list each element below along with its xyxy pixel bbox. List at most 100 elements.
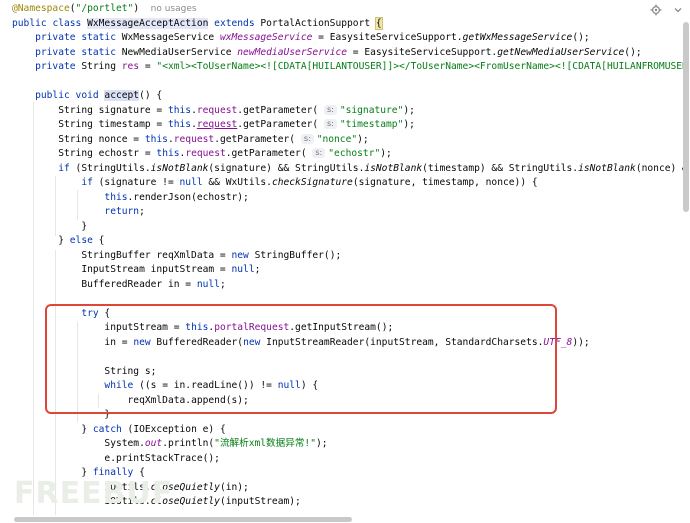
static-method: getNewMediaUserService [497,46,625,58]
code-token: .getParameter( [214,133,301,145]
keyword: new [231,249,249,261]
code-token: (signature != [98,177,180,188]
string-literal: "timestamp" [339,119,404,130]
string-literal: "nonce" [316,133,358,145]
parent-class[interactable]: PortalActionSupport [260,18,376,29]
string-literal: "echostr" [328,148,381,159]
code-line: public void accept() { [12,89,162,104]
keyword: catch [92,423,122,435]
keyword: if [81,177,99,188]
code-token: StringBuffer(); [248,249,342,261]
code-token: = EasysiteServiceSupport. [312,32,463,43]
code-token: e.printStackTrace(); [104,452,220,464]
keyword: public void [35,90,105,101]
code-token: (signature) && StringUtils. [208,162,365,174]
code-line: StringBuffer reqXmlData = new StringBuff… [12,249,341,264]
parameter-hint: s: [323,104,337,115]
code-token: (timestamp) && StringUtils. [422,162,579,174]
code-line: return; [12,205,144,220]
code-token: ) [133,3,140,14]
code-token: InputStream inputStream = [81,264,232,275]
code-token: (inputStream); [219,496,301,507]
code-token: ; [254,264,261,275]
code-line: String signature = this.request.getParam… [12,104,415,119]
code-token: = [139,61,157,72]
keyword: null [196,278,220,290]
code-token: String echostr = [58,148,157,159]
static-field: out [144,438,163,449]
string-literal: "/portlet" [75,3,134,14]
code-token: ); [357,133,369,145]
code-token: (nonce) && StringUtils. [635,162,683,174]
keyword: private static [35,46,122,58]
code-line: public class WxMessageAcceptAction exten… [12,16,383,32]
horizontal-scrollbar[interactable] [14,517,352,522]
keyword: this [156,148,180,159]
keyword: return [104,206,140,217]
string-literal: "流解析xml数据异常!" [214,438,316,449]
code-line: String nonce = this.request.getParameter… [12,133,369,148]
code-token: .getParameter( [237,119,324,130]
keyword: if [58,162,76,174]
code-token: String [81,61,122,72]
static-method: isNotBlank [150,162,209,174]
code-token: && WxUtils. [202,177,272,188]
highlight-box [45,304,557,414]
code-token: String nonce = [58,133,145,145]
code-token: BufferedReader in = [81,278,197,290]
parameter-hint: s: [312,148,326,158]
code-token: ); [403,104,415,116]
code-line: @Namespace("/portlet") no usages [12,2,197,17]
gear-icon[interactable] [650,4,662,16]
usages-hint[interactable]: no usages [151,4,197,14]
code-token: (signature, timestamp, nonce)) { [352,177,538,188]
keyword: this [167,104,192,116]
code-token: } [58,235,70,246]
code-line: private static NewMediaUserService newMe… [12,46,642,61]
code-line: e.printStackTrace(); [12,452,220,467]
code-line: String echostr = this.request.getParamet… [12,147,392,162]
code-token: String timestamp = [58,119,168,130]
code-token: { [92,235,105,246]
code-token: ); [403,119,415,130]
code-line: if (StringUtils.isNotBlank(signature) &&… [12,162,683,177]
string-literal: "<xml><ToUserName><![CDATA[HUILANTOUSER]… [156,61,683,72]
method-name[interactable]: accept [104,90,140,101]
keyword: private static [35,32,122,43]
keyword: null [231,264,255,275]
field: request [196,119,238,130]
class-name[interactable]: WxMessageAcceptAction [87,17,209,29]
field: request [173,133,215,145]
code-line: private static WxMessageService wxMessag… [12,31,590,46]
code-token: WxMessageService [121,32,220,43]
field: request [196,104,238,116]
code-line: String timestamp = this.request.getParam… [12,118,415,133]
keyword: null [179,177,203,188]
chevron-down-icon[interactable] [672,4,684,16]
code-line: if (signature != null && WxUtils.checkSi… [12,176,538,191]
code-token: ; [219,278,226,290]
code-line: private String res = "<xml><ToUserName><… [12,60,683,75]
code-line: BufferedReader in = null; [12,278,226,293]
keyword: this [144,133,168,145]
parameter-hint: s: [323,119,337,129]
code-token: (StringUtils. [75,162,151,174]
vertical-scrollbar[interactable] [683,22,689,212]
code-line: System.out.println("流解析xml数据异常!"); [12,437,327,452]
code-token: (); [624,46,642,58]
code-token: .renderJson(echostr); [127,191,249,203]
code-token: () { [139,90,163,101]
code-line: } catch (IOException e) { [12,423,225,438]
keyword: else [69,235,93,246]
static-method: getWxMessageService [462,32,573,43]
annotation: @Namespace [12,3,70,14]
keyword: this [167,119,192,130]
matched-brace: { [374,16,383,30]
field: res [121,61,140,72]
code-token: = EasysiteServiceSupport. [347,46,498,58]
code-editor[interactable]: @Namespace("/portlet") no usages public … [0,0,683,515]
static-field: newMediaUserService [237,46,348,58]
static-method: isNotBlank [364,162,423,174]
code-token: NewMediaUserService [121,46,238,58]
code-token: } [81,220,88,232]
